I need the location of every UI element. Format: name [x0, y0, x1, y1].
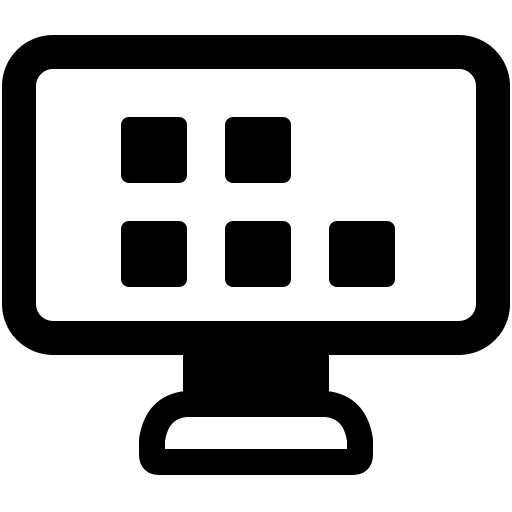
- app-tile-5: [329, 221, 395, 287]
- app-tile-1: [121, 117, 187, 183]
- monitor-frame: [2, 35, 510, 355]
- app-tile-2: [225, 117, 291, 183]
- app-tile-4: [225, 221, 291, 287]
- monitor-stand-base: [139, 391, 373, 475]
- app-tiles-group: [121, 117, 395, 287]
- app-tile-3: [121, 221, 187, 287]
- icon-canvas: [0, 0, 512, 512]
- desktop-monitor-apps-icon: [2, 35, 510, 475]
